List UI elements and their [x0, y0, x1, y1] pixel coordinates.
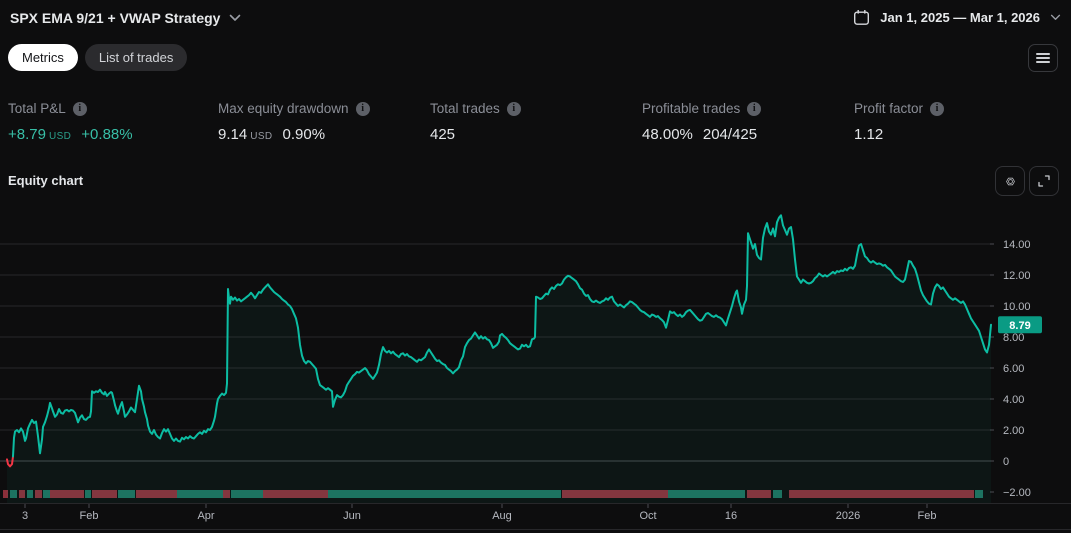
- chevron-down-icon: [1050, 14, 1061, 20]
- fullscreen-icon: [1038, 175, 1050, 187]
- equity-chart-svg[interactable]: 14.00 12.00 10.00 8.00 6.00 4.00 2.00 0 −2.00 3 Fe…: [0, 200, 1071, 533]
- tab-metrics[interactable]: Metrics: [8, 44, 78, 71]
- metric-value: 1.12: [854, 126, 884, 143]
- tab-list-of-trades[interactable]: List of trades: [84, 44, 188, 71]
- svg-text:4.00: 4.00: [1003, 394, 1024, 406]
- metric-label: Total trades: [430, 101, 500, 116]
- metric-profit-factor: Profit factor 1.12: [854, 101, 945, 143]
- metric-label: Max equity drawdown: [218, 101, 349, 116]
- svg-text:16: 16: [725, 510, 737, 522]
- metric-unit: USD: [250, 131, 273, 142]
- date-range-label: Jan 1, 2025 — Mar 1, 2026: [880, 10, 1040, 25]
- chevron-down-icon: [230, 14, 241, 21]
- info-icon[interactable]: [930, 101, 945, 116]
- svg-text:Aug: Aug: [492, 510, 512, 522]
- chart-fullscreen-button[interactable]: [1029, 166, 1059, 196]
- svg-text:6.00: 6.00: [1003, 363, 1024, 375]
- metric-extra: 204/425: [702, 126, 758, 143]
- metric-max-drawdown: Max equity drawdown 9.14USD 0.90%: [218, 101, 370, 143]
- metric-total-pnl: Total P&L +8.79USD +0.88%: [8, 101, 133, 143]
- settings-nut-icon: [1005, 177, 1015, 185]
- svg-text:Apr: Apr: [197, 510, 214, 522]
- info-icon[interactable]: [747, 101, 762, 116]
- metric-value: 425: [430, 126, 456, 143]
- svg-text:0: 0: [1003, 456, 1009, 468]
- metric-value: +8.79: [8, 126, 46, 143]
- metric-extra: +0.88%: [81, 126, 133, 143]
- svg-text:10.00: 10.00: [1003, 301, 1031, 313]
- metric-extra: 0.90%: [282, 126, 326, 143]
- svg-text:Feb: Feb: [80, 510, 99, 522]
- metric-label: Profit factor: [854, 101, 924, 116]
- info-icon[interactable]: [506, 101, 521, 116]
- metric-value: 48.00%: [642, 126, 693, 143]
- svg-text:2026: 2026: [836, 510, 860, 522]
- metric-unit: USD: [48, 131, 72, 142]
- strategy-selector[interactable]: SPX EMA 9/21 + VWAP Strategy: [10, 10, 241, 26]
- svg-text:Jun: Jun: [343, 510, 361, 522]
- report-layout-button[interactable]: [1028, 44, 1058, 72]
- metric-value: 9.14: [218, 126, 248, 143]
- svg-text:2.00: 2.00: [1003, 425, 1024, 437]
- svg-text:14.00: 14.00: [1003, 239, 1031, 251]
- section-title: Equity chart: [8, 173, 84, 188]
- svg-text:8.00: 8.00: [1003, 332, 1024, 344]
- svg-text:Feb: Feb: [918, 510, 937, 522]
- info-icon[interactable]: [355, 101, 370, 116]
- svg-text:8.79: 8.79: [1009, 320, 1030, 332]
- strategy-title: SPX EMA 9/21 + VWAP Strategy: [10, 10, 221, 26]
- date-range-picker[interactable]: Jan 1, 2025 — Mar 1, 2026: [853, 9, 1061, 26]
- calendar-icon: [854, 10, 870, 25]
- info-icon[interactable]: [72, 101, 87, 116]
- metric-total-trades: Total trades 425: [430, 101, 521, 143]
- metric-label: Total P&L: [8, 101, 66, 116]
- chart-settings-button[interactable]: [995, 166, 1025, 196]
- svg-text:12.00: 12.00: [1003, 270, 1031, 282]
- strategy-tester-panel: { "header": { "title": "SPX EMA 9/21 + V…: [0, 0, 1071, 533]
- svg-text:−2.00: −2.00: [1003, 487, 1031, 499]
- svg-text:3: 3: [22, 510, 28, 522]
- report-tabs: Metrics List of trades: [8, 44, 188, 71]
- svg-text:Oct: Oct: [639, 510, 656, 522]
- metric-label: Profitable trades: [642, 101, 741, 116]
- metric-profitable-trades: Profitable trades 48.00% 204/425: [642, 101, 762, 143]
